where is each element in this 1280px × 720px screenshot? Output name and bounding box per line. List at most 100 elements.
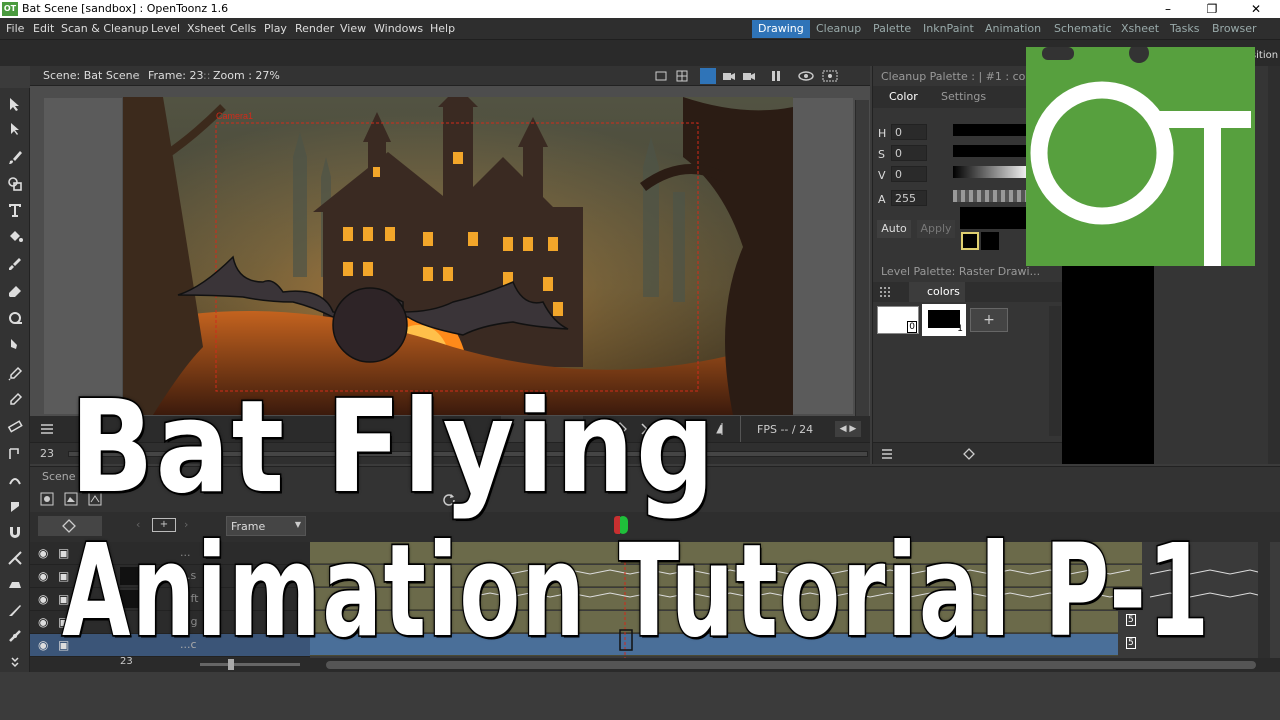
more-tools-icon[interactable]	[7, 654, 23, 670]
menu-edit[interactable]: Edit	[33, 22, 54, 35]
fps-stepper[interactable]: ◀ ▶	[835, 421, 861, 437]
eye-icon[interactable]: ◉	[38, 638, 48, 652]
right-panel-scrollbar[interactable]	[1268, 66, 1280, 464]
new-color-chip[interactable]	[961, 232, 979, 250]
menu-help[interactable]: Help	[430, 22, 455, 35]
menu-file[interactable]: File	[6, 22, 24, 35]
maximize-button[interactable]: ❐	[1190, 0, 1234, 18]
close-button[interactable]: ✕	[1234, 0, 1278, 18]
cutter-tool-icon[interactable]	[7, 602, 23, 618]
style-chip-1[interactable]: 1	[922, 304, 966, 336]
tab-color[interactable]: Color	[889, 90, 918, 103]
minimize-button[interactable]: –	[1146, 0, 1190, 18]
separator-2: ::	[203, 69, 211, 82]
3d-view-icon[interactable]	[722, 70, 736, 82]
eye-icon[interactable]: ◉	[38, 615, 48, 629]
tape-tool-icon[interactable]	[7, 310, 23, 326]
auto-button[interactable]: Auto	[877, 220, 911, 238]
paint-brush-tool-icon[interactable]	[7, 256, 23, 272]
style-chip-0[interactable]: 0	[877, 306, 919, 334]
selection-tool-icon[interactable]	[7, 121, 23, 137]
menu-play[interactable]: Play	[264, 22, 287, 35]
palette-view-icon[interactable]	[881, 448, 893, 460]
eye-icon[interactable]: ◉	[38, 569, 48, 583]
menu-cells[interactable]: Cells	[230, 22, 256, 35]
opentoonz-logo	[1026, 43, 1255, 266]
tool-bar	[0, 88, 30, 678]
animate-tool-icon[interactable]	[7, 96, 23, 112]
camera-view-icon[interactable]	[742, 70, 756, 82]
menu-view[interactable]: View	[340, 22, 366, 35]
channel-slider-s[interactable]	[953, 145, 1031, 157]
channel-slider-a[interactable]	[953, 190, 1031, 202]
bender-tool-icon[interactable]	[7, 550, 23, 566]
menu-windows[interactable]: Windows	[374, 22, 423, 35]
eraser-tool-icon[interactable]	[7, 284, 23, 300]
current-frame-field[interactable]: 23	[40, 447, 54, 460]
eye-icon[interactable]: ◉	[38, 592, 48, 606]
viewer-background-left	[44, 98, 122, 414]
channel-slider-h[interactable]	[953, 124, 1031, 136]
scene-label: Scene: Bat Scene	[43, 69, 140, 82]
pinch-tool-icon[interactable]	[7, 472, 23, 488]
control-point-tool-icon[interactable]	[7, 446, 23, 462]
ruler-tool-icon[interactable]	[7, 418, 23, 434]
menu-level[interactable]: Level	[151, 22, 180, 35]
palette-scrollbar[interactable]	[1049, 306, 1061, 436]
new-vector-level-icon[interactable]	[40, 492, 54, 506]
palette-key-icon[interactable]	[963, 448, 975, 460]
room-tab-cleanup[interactable]: Cleanup	[810, 20, 867, 38]
tab-settings[interactable]: Settings	[941, 90, 986, 103]
brush-tool-icon[interactable]	[7, 149, 23, 165]
sub-camera-preview-icon[interactable]	[822, 70, 838, 82]
room-tab-animation[interactable]: Animation	[979, 20, 1047, 38]
fill-tool-icon[interactable]	[7, 228, 23, 244]
menu-xsheet[interactable]: Xsheet	[187, 22, 225, 35]
type-tool-icon[interactable]	[7, 202, 23, 218]
freeze-icon[interactable]	[770, 70, 782, 82]
viewer-scrollbar[interactable]	[855, 100, 869, 416]
cell-scrollbar[interactable]	[1258, 542, 1270, 658]
preview-eye-icon[interactable]	[798, 70, 814, 82]
field-guide-icon[interactable]	[676, 70, 688, 82]
camera-stand-toggle[interactable]	[700, 68, 716, 84]
menu-icon[interactable]	[40, 423, 54, 435]
channel-value-h: 0	[895, 126, 902, 139]
palette-page-tab[interactable]: colors	[909, 282, 965, 302]
channel-label-h: H	[878, 127, 887, 140]
rgb-picker-tool-icon[interactable]	[7, 392, 23, 408]
flip-icon[interactable]	[716, 422, 728, 436]
room-tab-xsheet[interactable]: Xsheet	[1115, 20, 1165, 38]
magnet-tool-icon[interactable]	[7, 524, 23, 540]
style-chip-1-index: 1	[957, 324, 963, 334]
add-style-button[interactable]: +	[970, 308, 1008, 332]
skeleton-tool-icon[interactable]	[7, 628, 23, 644]
style-picker-tool-icon[interactable]	[7, 366, 23, 382]
room-tab-schematic[interactable]: Schematic	[1048, 20, 1118, 38]
pump-tool-icon[interactable]	[7, 498, 23, 514]
viewer-background-right	[793, 98, 853, 414]
geometric-tool-icon[interactable]	[7, 176, 23, 192]
palette-toolbar	[873, 442, 1063, 464]
palette-grid-icon[interactable]	[879, 287, 891, 297]
channel-slider-v[interactable]	[953, 166, 1031, 178]
iron-tool-icon[interactable]	[7, 576, 23, 592]
eye-icon[interactable]: ◉	[38, 546, 48, 560]
safe-area-icon[interactable]	[655, 70, 667, 82]
finger-tool-icon[interactable]	[7, 336, 23, 352]
frame-label: Frame: 23	[148, 69, 204, 82]
channel-field-s[interactable]: 0	[891, 145, 927, 161]
scene-canvas[interactable]: Camera1	[123, 97, 793, 415]
apply-button[interactable]: Apply	[917, 220, 955, 238]
level-palette-header: Level Palette: Raster Drawi...	[881, 265, 1041, 278]
room-tab-drawing[interactable]: Drawing	[752, 20, 810, 38]
room-tab-palette[interactable]: Palette	[867, 20, 917, 38]
menu-scan-cleanup[interactable]: Scan & Cleanup	[61, 22, 148, 35]
room-tab-tasks[interactable]: Tasks	[1164, 20, 1205, 38]
room-tab-inknpaint[interactable]: InknPaint	[917, 20, 980, 38]
channel-field-v[interactable]: 0	[891, 166, 927, 182]
room-tab-browser[interactable]: Browser	[1206, 20, 1263, 38]
channel-field-a[interactable]: 255	[891, 190, 927, 206]
menu-render[interactable]: Render	[295, 22, 334, 35]
channel-field-h[interactable]: 0	[891, 124, 927, 140]
